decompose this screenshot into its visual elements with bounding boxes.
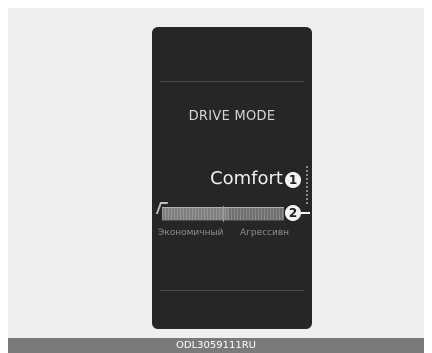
callout-1: 1 (285, 172, 301, 188)
gauge-label-economy: Экономичный (158, 228, 224, 238)
gauge-center-divider (223, 206, 224, 222)
caption-bar: ODL3059111RU (8, 338, 424, 353)
callout-dotted-leader (306, 166, 310, 204)
callout-2: 2 (285, 205, 301, 221)
illustration-frame: DRIVE MODE Comfort 1 2 Экономичный Агрес… (8, 8, 424, 345)
gauge-label-aggressive: Агрессивн (240, 228, 290, 238)
gauge-fill (162, 208, 230, 220)
top-divider (160, 81, 304, 82)
callout-2-leader (301, 212, 310, 214)
figure-code: ODL3059111RU (176, 340, 256, 351)
drive-mode-title: DRIVE MODE (188, 109, 276, 124)
cluster-display: DRIVE MODE Comfort 1 2 Экономичный Агрес… (152, 27, 312, 329)
drive-style-gauge (162, 206, 284, 222)
bottom-divider (160, 290, 304, 291)
drive-mode-value: Comfort (210, 168, 283, 189)
